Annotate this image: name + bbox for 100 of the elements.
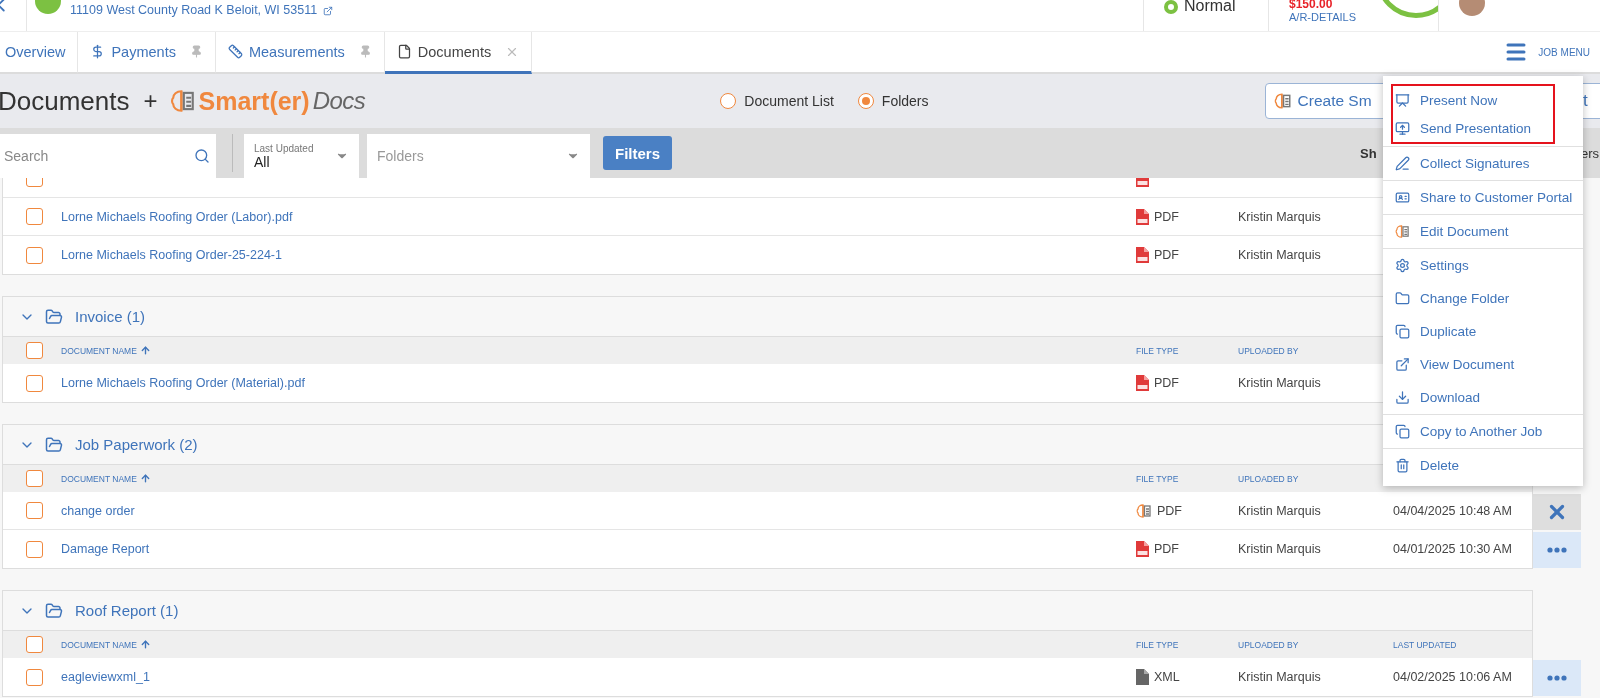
filters-button[interactable]: Filters bbox=[603, 136, 672, 170]
uploader-text: Kristin Marquis bbox=[1238, 542, 1322, 556]
uploader-text: Kristin Marquis bbox=[1238, 209, 1322, 224]
menu-item[interactable]: Collect Signatures bbox=[1383, 147, 1583, 180]
menu-item[interactable]: Present Now bbox=[1393, 86, 1553, 114]
sort-arrow-icon bbox=[139, 473, 151, 484]
document-link[interactable]: Lorne Michaels Roofing Order (Material).pdf bbox=[61, 376, 1136, 390]
checkbox[interactable] bbox=[25, 540, 43, 558]
address-link[interactable]: 11109 West County Road K Beloit, WI 53511 bbox=[70, 3, 318, 31]
document-link[interactable]: change order bbox=[61, 503, 1136, 518]
search-icon[interactable] bbox=[194, 148, 210, 164]
document-link[interactable]: eagleviewxml_1 bbox=[61, 670, 1136, 684]
date-text: 04/02/2025 10:06 AM bbox=[1393, 670, 1513, 684]
close-button[interactable] bbox=[1533, 494, 1581, 530]
file-type-text: PDF bbox=[1154, 209, 1179, 224]
checkbox[interactable] bbox=[25, 636, 43, 653]
checkbox[interactable] bbox=[25, 374, 43, 392]
column-header[interactable]: DOCUMENT NAME bbox=[61, 639, 1136, 650]
trash-icon bbox=[1395, 458, 1410, 473]
ar-details-link[interactable]: A/R-DETAILS bbox=[1289, 11, 1357, 23]
column-header: LAST UPDATED bbox=[1393, 639, 1458, 650]
folder-select[interactable]: Folders bbox=[367, 134, 590, 178]
folder-icon bbox=[45, 435, 63, 454]
external-link-icon bbox=[1395, 357, 1410, 372]
menu-item[interactable]: Share to Customer Portal bbox=[1383, 181, 1583, 214]
date-select[interactable]: Last Updated All bbox=[244, 134, 359, 178]
radio-label: Folders bbox=[881, 93, 929, 109]
uploader-text: Kristin Marquis bbox=[1238, 670, 1322, 684]
checkbox[interactable] bbox=[25, 470, 43, 487]
copy-icon bbox=[1395, 324, 1410, 339]
checkbox[interactable] bbox=[25, 502, 43, 519]
menu-item[interactable]: Copy to Another Job bbox=[1383, 415, 1583, 448]
folder-name[interactable]: Invoice (1) bbox=[75, 308, 146, 325]
more-button[interactable] bbox=[1533, 660, 1581, 696]
more-icon bbox=[1547, 675, 1567, 681]
radio-label: Document List bbox=[744, 93, 834, 109]
view-radio-option[interactable]: Folders bbox=[857, 93, 929, 109]
pin-icon[interactable] bbox=[358, 45, 372, 58]
file-type-text: PDF bbox=[1154, 376, 1179, 390]
radio-icon[interactable] bbox=[720, 93, 737, 109]
brain-document-icon bbox=[1273, 92, 1292, 110]
brain-document-icon bbox=[169, 88, 196, 114]
show-label: Sh bbox=[1360, 145, 1377, 161]
file-type-text: PDF bbox=[1154, 542, 1179, 556]
brain-document-icon bbox=[1136, 502, 1152, 519]
checkbox[interactable] bbox=[25, 668, 43, 686]
menu-item[interactable]: Change Folder bbox=[1383, 282, 1583, 315]
file-type-text: PDF bbox=[1157, 503, 1182, 518]
external-link-icon[interactable] bbox=[323, 6, 334, 16]
pdf-file-icon bbox=[1136, 375, 1149, 391]
logo-text: Docs bbox=[312, 87, 366, 115]
radio-icon[interactable] bbox=[857, 93, 874, 109]
view-radio-option[interactable]: Document List bbox=[720, 93, 834, 109]
menu-item[interactable]: Download bbox=[1383, 381, 1583, 414]
date-text: 04/01/2025 10:30 AM bbox=[1393, 542, 1513, 556]
ruler-icon bbox=[227, 44, 243, 59]
job-menu-button[interactable]: JOB MENU bbox=[1504, 32, 1600, 72]
plus-sign: + bbox=[143, 87, 158, 115]
column-header[interactable]: DOCUMENT NAME bbox=[61, 473, 1136, 484]
page-title: Documents bbox=[0, 85, 130, 117]
column-header: FILE TYPE bbox=[1136, 473, 1180, 484]
more-button[interactable] bbox=[1533, 532, 1581, 568]
copy-icon bbox=[1395, 424, 1410, 439]
folder-name[interactable]: Job Paperwork (2) bbox=[75, 436, 198, 453]
checkbox[interactable] bbox=[25, 342, 43, 359]
uploader-text: Kristin Marquis bbox=[1238, 376, 1322, 390]
status-text: Normal bbox=[1184, 0, 1236, 15]
menu-item[interactable]: Settings bbox=[1383, 249, 1583, 282]
id-card-icon bbox=[1395, 190, 1410, 205]
menu-item[interactable]: View Document bbox=[1383, 348, 1583, 381]
document-link[interactable]: Lorne Michaels Roofing Order-25-224-1 bbox=[61, 248, 1136, 262]
date-text: 04/04/2025 10:48 AM bbox=[1393, 503, 1513, 518]
menu-item[interactable]: Delete bbox=[1383, 449, 1583, 482]
pdf-file-icon bbox=[1136, 208, 1149, 225]
folder-name[interactable]: Roof Report (1) bbox=[75, 602, 179, 619]
status-ring-icon bbox=[1164, 0, 1178, 14]
file-type-text: XML bbox=[1154, 670, 1180, 684]
column-header: UPLOADED BY bbox=[1238, 345, 1300, 356]
menu-item[interactable]: Send Presentation bbox=[1393, 114, 1553, 142]
screen-share-icon bbox=[1395, 120, 1410, 136]
pdf-file-icon bbox=[1136, 541, 1149, 557]
document-link[interactable]: Damage Report bbox=[61, 542, 1136, 556]
folder-icon bbox=[45, 601, 63, 620]
document-link[interactable]: Lorne Michaels Roofing Order (Labor).pdf bbox=[61, 209, 1136, 224]
uploader-text: Kristin Marquis bbox=[1238, 248, 1322, 262]
column-header[interactable]: DOCUMENT NAME bbox=[61, 345, 1136, 356]
column-header: UPLOADED BY bbox=[1238, 473, 1300, 484]
menu-item[interactable]: Duplicate bbox=[1383, 315, 1583, 348]
menu-item[interactable]: Edit Document bbox=[1383, 215, 1583, 248]
download-icon bbox=[1395, 390, 1410, 405]
file-icon bbox=[1136, 669, 1149, 685]
folder-icon bbox=[1395, 291, 1410, 306]
pen-icon bbox=[1395, 156, 1410, 171]
checkbox[interactable] bbox=[25, 208, 43, 225]
column-header: UPLOADED BY bbox=[1238, 639, 1300, 650]
pin-icon[interactable] bbox=[189, 45, 203, 58]
document-icon bbox=[396, 44, 412, 59]
checkbox[interactable] bbox=[25, 246, 43, 264]
more-icon bbox=[1547, 547, 1567, 553]
settings-icon bbox=[1395, 258, 1410, 273]
